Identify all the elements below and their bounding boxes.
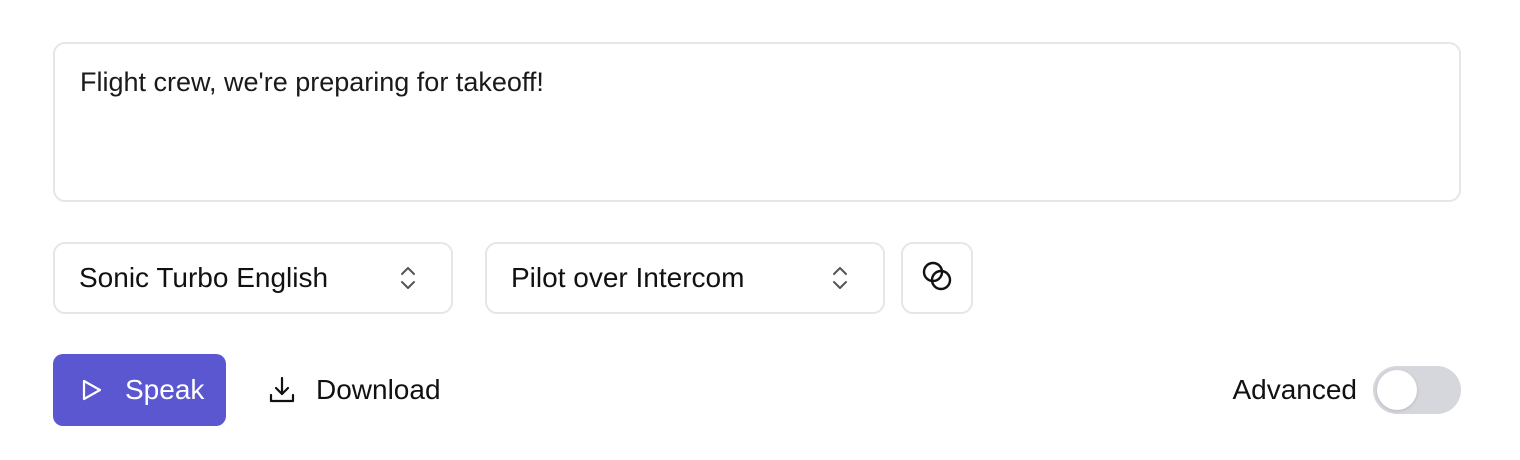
speak-label: Speak (125, 374, 205, 405)
toggle-knob (1377, 370, 1417, 410)
advanced-label: Advanced (1232, 374, 1357, 405)
overlapping-circles-icon (920, 259, 954, 298)
tts-panel: Flight crew, we're preparing for takeoff… (0, 0, 1520, 460)
download-button[interactable]: Download (268, 354, 441, 426)
speak-button[interactable]: Speak (53, 354, 226, 426)
model-select[interactable]: Sonic Turbo English (53, 242, 453, 314)
voice-mix-button[interactable] (901, 242, 973, 314)
download-label: Download (316, 374, 441, 405)
transcript-text: Flight crew, we're preparing for takeoff… (80, 67, 544, 97)
model-select-value: Sonic Turbo English (79, 262, 329, 293)
transcript-input[interactable]: Flight crew, we're preparing for takeoff… (53, 42, 1461, 202)
voice-select[interactable]: Pilot over Intercom (485, 242, 885, 314)
voice-select-value: Pilot over Intercom (511, 262, 745, 293)
chevron-up-down-icon (829, 263, 851, 293)
chevron-up-down-icon (397, 263, 419, 293)
download-icon (268, 375, 296, 405)
play-icon (81, 378, 105, 402)
advanced-toggle[interactable] (1373, 366, 1461, 414)
advanced-setting: Advanced (1232, 366, 1461, 414)
